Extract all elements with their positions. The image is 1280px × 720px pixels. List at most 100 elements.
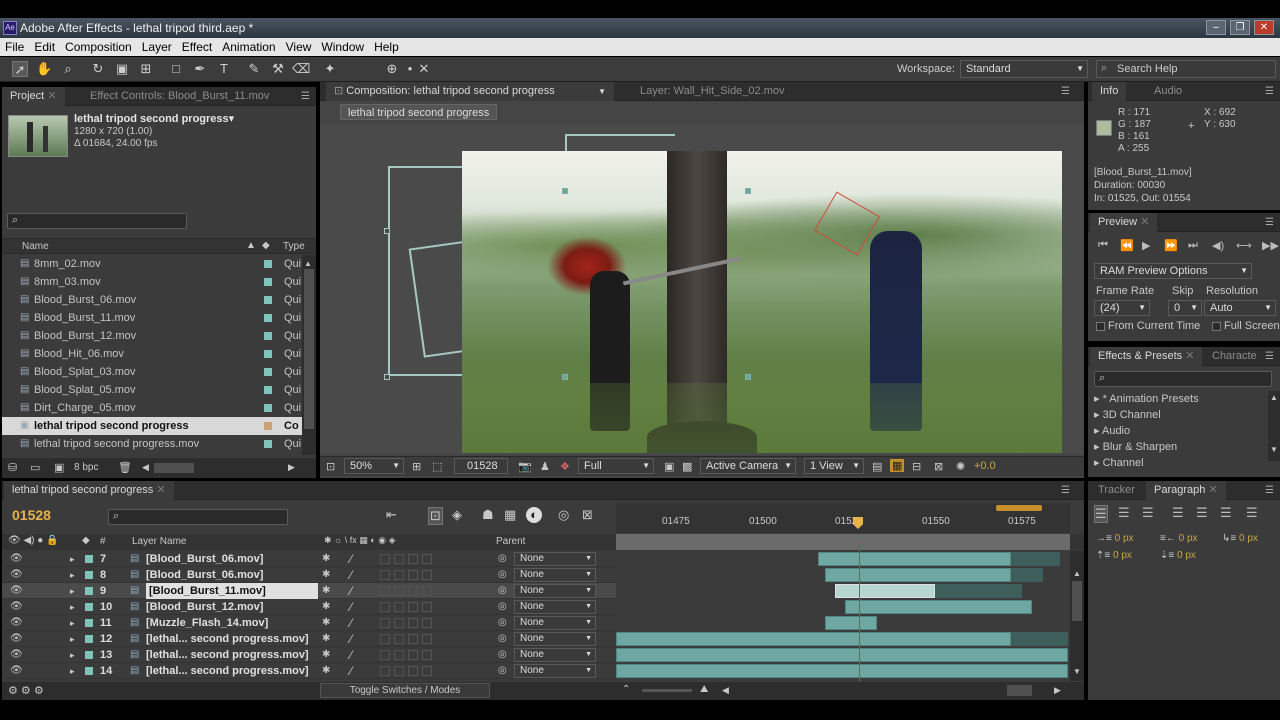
play-icon[interactable]: ▶ xyxy=(1142,239,1150,252)
label-color-swatch[interactable] xyxy=(264,386,272,394)
region-of-interest-icon[interactable]: ▣ xyxy=(664,460,674,473)
transform-handle[interactable] xyxy=(384,228,390,234)
expand-triangle-icon[interactable]: ▸ xyxy=(70,663,75,679)
project-item[interactable]: ▤ Blood_Burst_12.mov Qui xyxy=(2,327,302,345)
timeline-layer-row[interactable]: 👁 ▸ 13 ▤ [lethal... second progress.mov] ✱ ⁄ ◎ N… xyxy=(2,647,1070,663)
comp-name[interactable]: lethal tripod second progress▾ xyxy=(74,112,234,125)
ram-preview-icon[interactable]: ▶▶ xyxy=(1262,239,1279,252)
preview-options-select[interactable]: RAM Preview Options ▼ xyxy=(1094,263,1252,279)
flowchart-icon[interactable]: ⊠ xyxy=(934,460,943,473)
panel-menu-icon[interactable]: ☰ xyxy=(1265,351,1274,362)
hand-tool-icon[interactable]: ✋ xyxy=(36,61,52,77)
tab-tracker[interactable]: Tracker xyxy=(1090,481,1143,500)
layer-duration-bar[interactable] xyxy=(824,568,1012,582)
parent-select[interactable]: None ▼ xyxy=(514,664,596,678)
switch-box[interactable] xyxy=(408,666,418,676)
switch-box[interactable] xyxy=(422,618,432,628)
label-color-swatch[interactable] xyxy=(264,404,272,412)
scroll-up-icon[interactable]: ▲ xyxy=(1270,393,1278,402)
work-area-bar[interactable] xyxy=(996,505,1042,511)
transparency-grid-icon[interactable]: ▩ xyxy=(682,460,692,473)
menu-view[interactable]: View xyxy=(281,40,317,54)
expand-triangle-icon[interactable]: ▸ xyxy=(70,631,75,647)
parent-select[interactable]: None ▼ xyxy=(514,600,596,614)
timeline-icon[interactable]: ⊟ xyxy=(912,460,921,473)
switch-box[interactable] xyxy=(380,602,390,612)
label-color-swatch[interactable] xyxy=(264,260,272,268)
label-color-swatch[interactable] xyxy=(85,571,93,579)
justify-right-icon[interactable]: ☰ xyxy=(1220,505,1232,521)
transform-handle[interactable] xyxy=(384,374,390,380)
menu-composition[interactable]: Composition xyxy=(60,40,137,54)
view-layout-select[interactable]: 1 View ▼ xyxy=(804,458,864,474)
layer-name[interactable]: [lethal... second progress.mov] xyxy=(146,647,309,663)
project-item[interactable]: ▤ Blood_Splat_03.mov Qui xyxy=(2,363,302,381)
panel-menu-icon[interactable]: ☰ xyxy=(1061,86,1070,97)
scroll-right-icon[interactable]: ▶ xyxy=(288,462,295,473)
comp-viewer[interactable] xyxy=(320,124,1084,454)
shy-switch-icon[interactable]: ✱ xyxy=(322,615,330,631)
project-scrollbar[interactable]: ▲ xyxy=(302,255,316,455)
effects-category[interactable]: ▸ Blur & Sharpen xyxy=(1094,439,1264,455)
camera-tool-icon[interactable]: ▣ xyxy=(114,61,130,77)
column-type[interactable]: Type xyxy=(283,241,305,252)
quality-switch-icon[interactable]: ⁄ xyxy=(350,567,352,583)
eraser-tool-icon[interactable]: ⌫ xyxy=(292,61,310,77)
clone-stamp-tool-icon[interactable]: ⚒ xyxy=(270,61,286,77)
toggle-pixel-aspect-icon[interactable]: ▤ xyxy=(872,460,882,473)
switch-box[interactable] xyxy=(394,554,404,564)
panel-menu-icon[interactable]: ☰ xyxy=(1061,485,1070,496)
project-item[interactable]: ▤ Blood_Burst_06.mov Qui xyxy=(2,291,302,309)
audio-icon[interactable]: ◀) xyxy=(1212,239,1224,252)
layer-name[interactable]: [Blood_Burst_11.mov] xyxy=(146,583,318,599)
quality-switch-icon[interactable]: ⁄ xyxy=(350,583,352,599)
project-search-input[interactable]: ⌕ xyxy=(7,213,187,229)
expand-triangle-icon[interactable]: ▸ xyxy=(1094,393,1103,405)
label-color-swatch[interactable] xyxy=(85,635,93,643)
quality-switch-icon[interactable]: ⁄ xyxy=(350,631,352,647)
expand-triangle-icon[interactable]: ▸ xyxy=(1094,441,1103,453)
switch-box[interactable] xyxy=(408,554,418,564)
tab-paragraph[interactable]: Paragraph ✕ xyxy=(1146,481,1226,500)
world-axis-icon[interactable]: ✕ xyxy=(416,61,432,77)
expand-triangle-icon[interactable]: ▸ xyxy=(70,583,75,599)
parent-select[interactable]: None ▼ xyxy=(514,648,596,662)
justify-left-icon[interactable]: ☰ xyxy=(1172,505,1184,521)
shy-switch-icon[interactable]: ✱ xyxy=(322,647,330,663)
comp-breadcrumb[interactable]: lethal tripod second progress xyxy=(340,104,498,120)
playhead-handle[interactable] xyxy=(853,517,863,529)
scroll-right-icon[interactable]: ▶ xyxy=(1054,685,1061,696)
timeline-search-input[interactable]: ⌕ xyxy=(108,509,288,525)
scroll-down-icon[interactable]: ▼ xyxy=(1073,667,1081,676)
switch-box[interactable] xyxy=(394,650,404,660)
layer-name[interactable]: [Muzzle_Flash_14.mov] xyxy=(146,615,268,631)
mask-visibility-icon[interactable]: ⬚ xyxy=(432,460,442,473)
switch-box[interactable] xyxy=(380,554,390,564)
scroll-up-icon[interactable]: ▲ xyxy=(304,259,312,268)
scroll-thumb[interactable] xyxy=(1072,581,1082,621)
time-ruler[interactable]: 01475 01500 01525 01550 01575 xyxy=(616,503,1070,533)
graph-editor-icon[interactable]: ◎ xyxy=(558,507,569,523)
expand-triangle-icon[interactable]: ▸ xyxy=(1094,425,1102,437)
switch-box[interactable] xyxy=(380,618,390,628)
visibility-eye-icon[interactable]: 👁 xyxy=(10,615,23,631)
switch-box[interactable] xyxy=(408,570,418,580)
selection-tool-icon[interactable]: ➚ xyxy=(12,61,28,77)
label-color-swatch[interactable] xyxy=(264,368,272,376)
indent-first-line[interactable]: ↳≡ 0 px xyxy=(1222,533,1258,544)
draft-3d-icon[interactable]: ◈ xyxy=(452,507,462,523)
safe-zones-icon[interactable]: ⊞ xyxy=(412,460,421,473)
parent-select[interactable]: None ▼ xyxy=(514,632,596,646)
camera-select[interactable]: Active Camera ▼ xyxy=(700,458,796,474)
project-item[interactable]: ▤ Dirt_Charge_05.mov Qui xyxy=(2,399,302,417)
project-item[interactable]: ▤ 8mm_02.mov Qui xyxy=(2,255,302,273)
switch-box[interactable] xyxy=(422,586,432,596)
layer-duration-bar[interactable] xyxy=(845,600,1033,614)
effects-search-input[interactable]: ⌕ xyxy=(1094,371,1272,387)
layer-duration-bar[interactable] xyxy=(616,648,1068,662)
switch-box[interactable] xyxy=(408,602,418,612)
panel-menu-icon[interactable]: ☰ xyxy=(1265,485,1274,496)
close-button[interactable]: ✕ xyxy=(1254,20,1274,35)
project-item[interactable]: ▤ Blood_Hit_06.mov Qui xyxy=(2,345,302,363)
expand-triangle-icon[interactable]: ▸ xyxy=(70,599,75,615)
